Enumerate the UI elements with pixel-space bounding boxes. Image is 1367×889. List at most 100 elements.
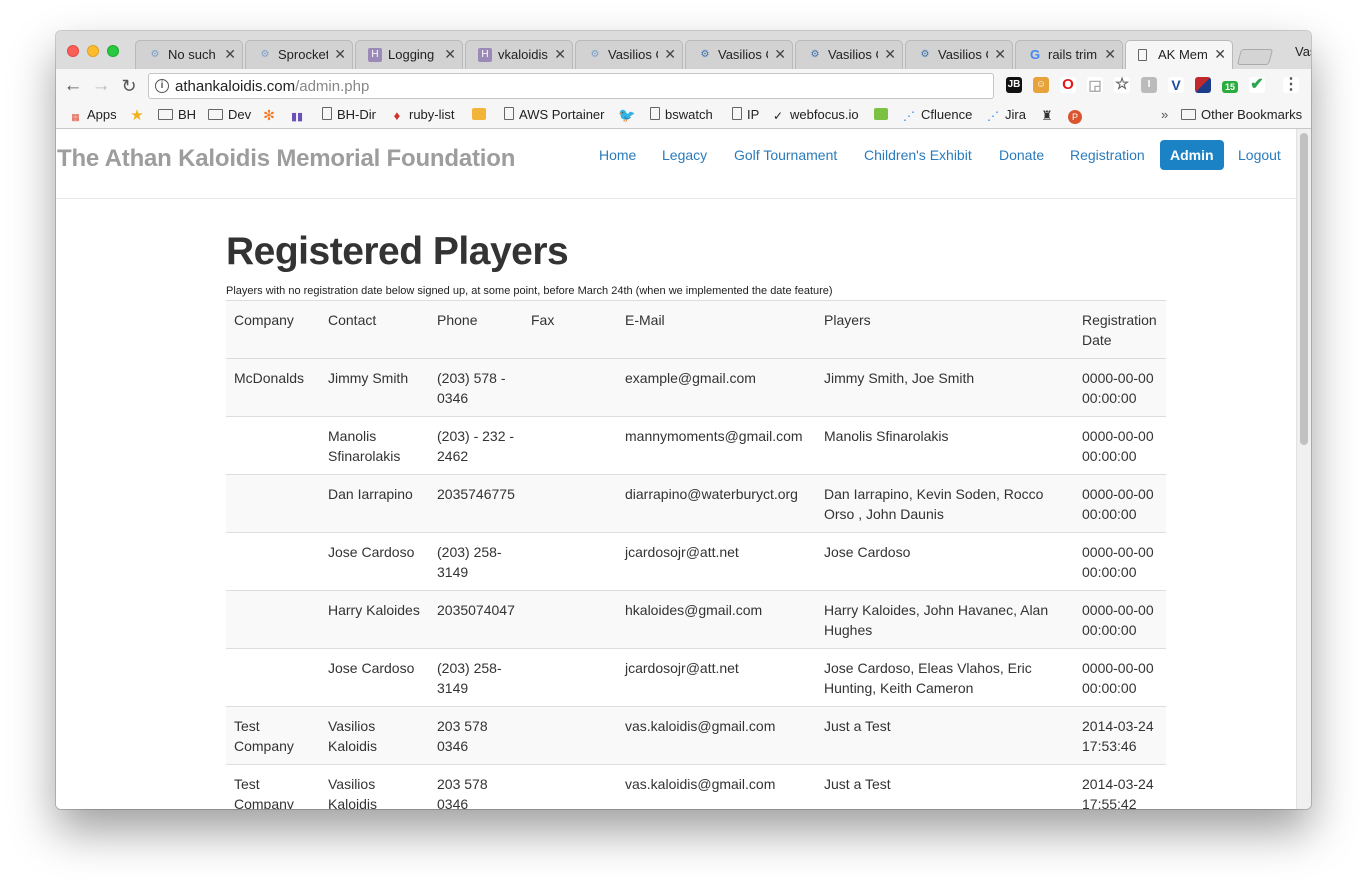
tab-title: AK Memo: [1158, 47, 1208, 62]
flag-extension-icon[interactable]: [1195, 77, 1211, 93]
jira-icon: ⚙: [590, 49, 600, 60]
bookmark-star[interactable]: ★: [130, 107, 149, 123]
jira-icon: ⚙: [920, 49, 930, 60]
new-tab-button[interactable]: [1236, 49, 1274, 65]
bookmark-ruby-list[interactable]: ♦ ruby-list: [390, 107, 455, 122]
cell-players: Just a Test: [816, 764, 1074, 809]
nav-golf-tournament[interactable]: Golf Tournament: [734, 147, 837, 163]
nav-admin[interactable]: Admin: [1160, 140, 1224, 170]
jira-icon: ⚙: [700, 49, 710, 60]
close-icon[interactable]: ✕: [1214, 46, 1226, 63]
column-header: Phone: [429, 300, 523, 359]
close-icon[interactable]: ✕: [774, 46, 786, 63]
other-bookmarks[interactable]: Other Bookmarks: [1181, 107, 1302, 122]
menu-icon[interactable]: ⋮: [1283, 77, 1299, 93]
bookmark-producthunt[interactable]: P: [1068, 107, 1087, 124]
close-icon[interactable]: ✕: [884, 46, 896, 63]
profile-name[interactable]: Vas: [1295, 44, 1311, 59]
nav-childrens-exhibit[interactable]: Children's Exhibit: [864, 147, 972, 163]
table-header-row: Company Contact Phone Fax E-Mail Players…: [226, 300, 1166, 359]
apps-grid-icon: ▦: [71, 112, 80, 122]
cell-fax: [523, 590, 617, 649]
browser-tab[interactable]: H Logging ✕: [355, 40, 463, 69]
reload-button[interactable]: ↻: [118, 75, 140, 97]
browser-tab[interactable]: ⚙ Vasilios C ✕: [575, 40, 683, 69]
nav-registration[interactable]: Registration: [1070, 147, 1145, 163]
nav-logout[interactable]: Logout: [1238, 147, 1281, 163]
bookmark-hubspot[interactable]: ✻: [262, 107, 281, 122]
bookmark-analytics[interactable]: ▮▮: [290, 107, 309, 123]
hubspot-icon: ✻: [263, 107, 275, 123]
bookmark-folder-bh[interactable]: BH: [158, 107, 196, 122]
back-button[interactable]: ←: [62, 75, 84, 97]
jira-icon: ⚙: [150, 49, 160, 60]
tab-title: Vasilios C: [608, 47, 658, 62]
jetbrains-extension-icon[interactable]: JB: [1006, 77, 1022, 93]
browser-tab[interactable]: ⚙ Sprockets ✕: [245, 40, 353, 69]
bookmark-label: Apps: [87, 107, 117, 122]
cell-phone: (203) 578 - 0346: [429, 358, 523, 417]
forward-button[interactable]: →: [90, 75, 112, 97]
calendar-extension-icon[interactable]: 15: [1222, 81, 1238, 93]
window-close-button[interactable]: [67, 45, 79, 57]
table-row: Jose Cardoso (203) 258-3149 jcardosojr@a…: [226, 532, 1166, 591]
opera-extension-icon[interactable]: O: [1060, 77, 1076, 93]
bookmark-label: Other Bookmarks: [1201, 107, 1303, 122]
close-icon[interactable]: ✕: [554, 46, 566, 63]
browser-tab[interactable]: G rails trim ✕: [1015, 40, 1123, 69]
nav-legacy[interactable]: Legacy: [662, 147, 707, 163]
browser-tab[interactable]: ⚙ Vasilios C ✕: [905, 40, 1013, 69]
cast-icon[interactable]: ◲: [1087, 77, 1103, 93]
checkmark-extension-icon[interactable]: ✔: [1249, 77, 1265, 93]
close-icon[interactable]: ✕: [664, 46, 676, 63]
window-maximize-button[interactable]: [107, 45, 119, 57]
tab-title: Vasilios C: [718, 47, 768, 62]
table-row: Jose Cardoso (203) 258-3149 jcardosojr@a…: [226, 648, 1166, 707]
bookmark-bh-dir[interactable]: BH-Dir: [322, 107, 376, 122]
bookmark-ip[interactable]: IP: [732, 107, 759, 122]
bookmark-jira[interactable]: ⋰ Jira: [986, 107, 1026, 122]
cell-registration-date: 0000-00-00 00:00:00: [1074, 532, 1166, 591]
bookmark-cfluence[interactable]: ⋰ Cfluence: [902, 107, 972, 122]
browser-tab[interactable]: ⚙ Vasilios C ✕: [795, 40, 903, 69]
bookmark-spy[interactable]: ♜: [1040, 107, 1059, 122]
aws-box-icon: [472, 108, 486, 120]
bookmark-aws-portainer[interactable]: AWS Portainer: [504, 107, 605, 122]
cell-company: McDonalds: [226, 358, 320, 417]
bookmark-folder-dev[interactable]: Dev: [208, 107, 251, 122]
nav-donate[interactable]: Donate: [999, 147, 1044, 163]
page-scrollbar[interactable]: [1296, 129, 1311, 809]
bookmark-apps[interactable]: ▦ Apps: [68, 107, 117, 123]
close-icon[interactable]: ✕: [1104, 46, 1116, 63]
bookmark-aws[interactable]: [472, 107, 491, 122]
bookmarks-overflow-button[interactable]: »: [1161, 107, 1168, 122]
bookmark-green[interactable]: [874, 107, 893, 122]
info-icon[interactable]: i: [155, 79, 169, 93]
mask-extension-icon[interactable]: ☺: [1033, 77, 1049, 93]
browser-tab[interactable]: ⚙ Vasilios C ✕: [685, 40, 793, 69]
browser-window: ⚙ No such a ✕ ⚙ Sprockets ✕ H Logging ✕ …: [56, 31, 1311, 809]
close-icon[interactable]: ✕: [444, 46, 456, 63]
close-icon[interactable]: ✕: [334, 46, 346, 63]
window-minimize-button[interactable]: [87, 45, 99, 57]
url-text[interactable]: athankaloidis.com/admin.php: [175, 78, 369, 95]
browser-tab[interactable]: H vkaloidis ✕: [465, 40, 573, 69]
table-row: McDonalds Jimmy Smith (203) 578 - 0346 e…: [226, 358, 1166, 417]
site-brand[interactable]: The Athan Kaloidis Memorial Foundation: [57, 145, 515, 173]
column-header: Company: [226, 300, 320, 359]
browser-tab[interactable]: ⚙ No such a ✕: [135, 40, 243, 69]
bookmark-twitter[interactable]: 🐦: [618, 107, 637, 122]
scrollbar-thumb[interactable]: [1300, 133, 1308, 445]
bookmark-webfocus[interactable]: ✓ webfocus.io: [771, 107, 859, 122]
star-icon[interactable]: ☆: [1114, 77, 1130, 93]
vimeo-extension-icon[interactable]: V: [1168, 77, 1184, 93]
check-circle-icon: ✓: [772, 109, 784, 123]
address-bar[interactable]: i athankaloidis.com/admin.php: [148, 73, 994, 99]
close-icon[interactable]: ✕: [224, 46, 236, 63]
close-icon[interactable]: ✕: [994, 46, 1006, 63]
nav-home[interactable]: Home: [599, 147, 636, 163]
bookmark-label: Jira: [1005, 107, 1026, 122]
browser-tab-active[interactable]: AK Memo ✕: [1125, 40, 1233, 69]
instapaper-extension-icon[interactable]: I: [1141, 77, 1157, 93]
bookmark-bswatch[interactable]: bswatch: [650, 107, 713, 122]
